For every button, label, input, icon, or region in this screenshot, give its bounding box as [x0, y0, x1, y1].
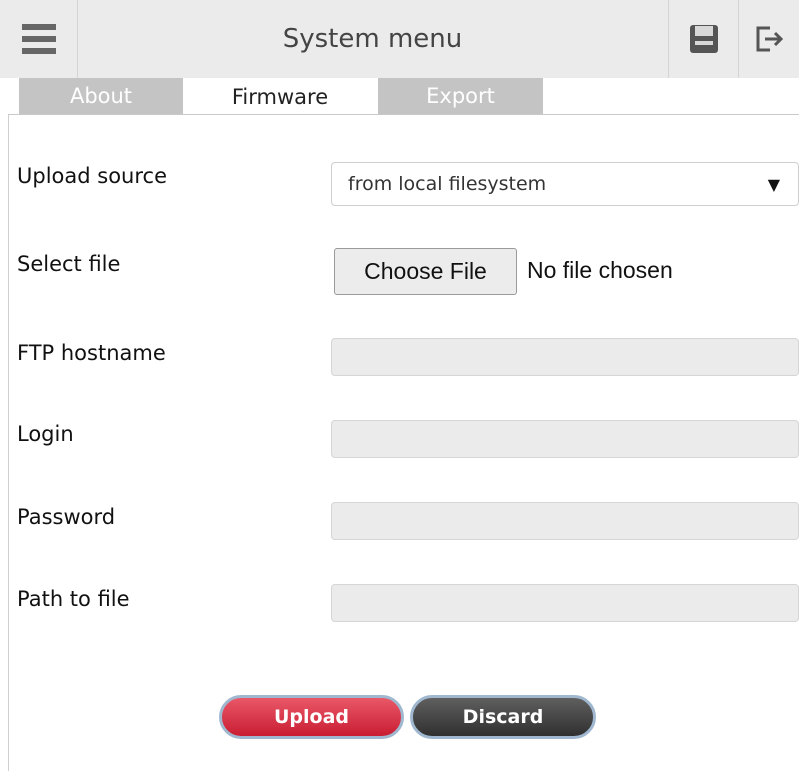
ftp-hostname-field[interactable]	[331, 338, 799, 376]
dropdown-arrow-icon: ▼	[767, 175, 780, 194]
upload-source-label: Upload source	[17, 164, 167, 188]
tab-underline	[8, 114, 799, 115]
logout-icon	[756, 26, 784, 52]
menu-button[interactable]	[0, 0, 78, 78]
login-label: Login	[17, 422, 74, 446]
password-label: Password	[17, 505, 116, 529]
discard-button[interactable]: Discard	[410, 695, 596, 739]
tab-bar: About Firmware Export	[0, 78, 799, 115]
choose-file-button[interactable]: Choose File	[334, 248, 517, 295]
tab-firmware[interactable]: Firmware	[199, 78, 361, 115]
ftp-hostname-label: FTP hostname	[17, 341, 166, 365]
header-bar: System menu	[0, 0, 799, 78]
save-button[interactable]	[668, 0, 738, 78]
tab-about[interactable]: About	[19, 78, 183, 114]
hamburger-icon	[21, 24, 56, 54]
path-to-file-field[interactable]	[331, 584, 799, 622]
upload-source-select[interactable]: from local filesystem ▼	[331, 162, 799, 206]
login-field[interactable]	[331, 420, 799, 458]
upload-button[interactable]: Upload	[219, 695, 404, 739]
select-file-label: Select file	[17, 252, 121, 276]
password-field[interactable]	[331, 502, 799, 540]
page-title: System menu	[282, 24, 463, 54]
tab-export[interactable]: Export	[378, 78, 543, 114]
file-status-text: No file chosen	[527, 257, 673, 283]
floppy-disk-icon	[689, 25, 718, 53]
upload-source-value: from local filesystem	[348, 173, 547, 195]
logout-button[interactable]	[738, 0, 799, 78]
content-frame-border	[8, 115, 9, 771]
path-to-file-label: Path to file	[17, 587, 130, 611]
